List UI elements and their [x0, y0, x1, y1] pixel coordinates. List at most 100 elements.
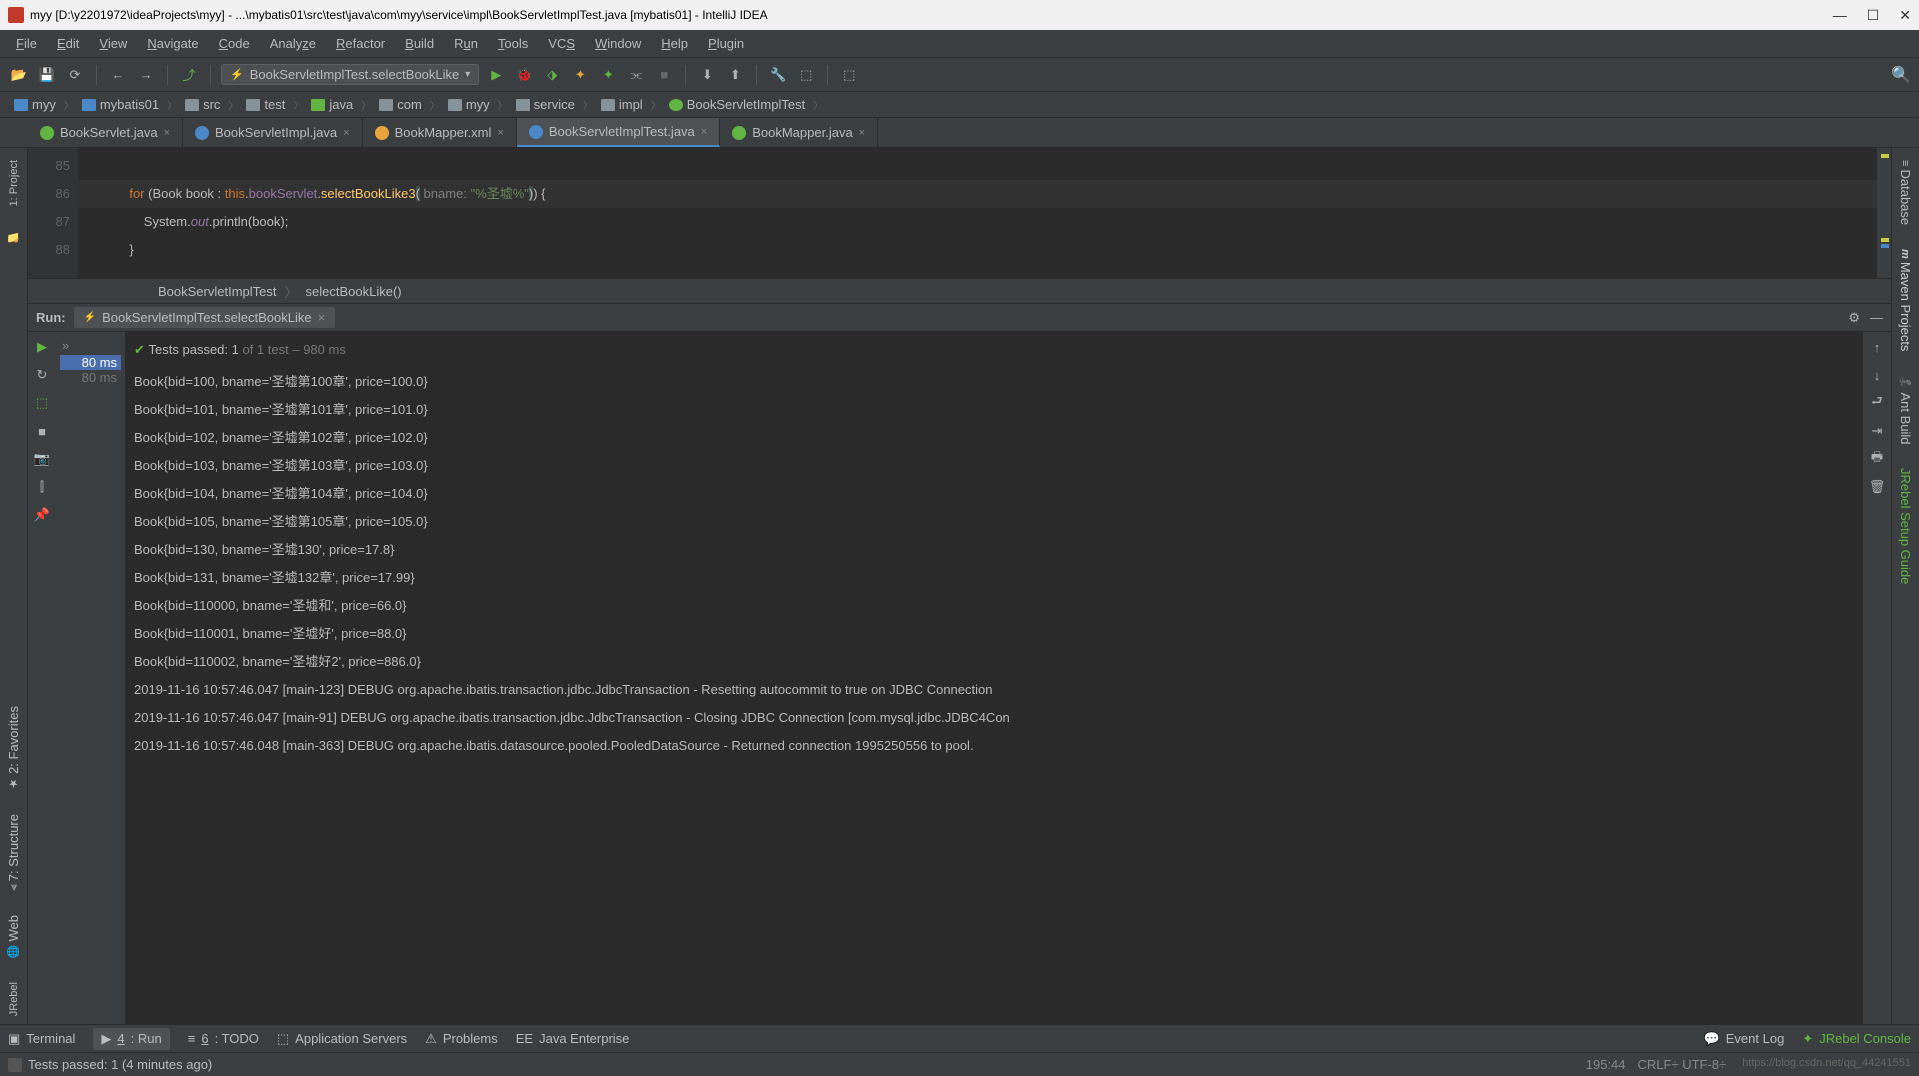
jrebel-icon[interactable]: ⬚	[838, 64, 860, 86]
crumb-java[interactable]: java	[305, 95, 359, 114]
close-icon[interactable]: ×	[164, 127, 170, 139]
crumb-com[interactable]: com	[373, 95, 428, 114]
refresh-icon[interactable]: ⟳	[64, 64, 86, 86]
crumb-impl[interactable]: impl	[595, 95, 649, 114]
jrebel-debug-icon[interactable]: ✦	[597, 64, 619, 86]
menu-help[interactable]: Help	[653, 33, 696, 54]
close-icon[interactable]: ×	[701, 126, 707, 138]
soft-wrap-icon[interactable]: ⮐	[1868, 394, 1886, 412]
menu-navigate[interactable]: Navigate	[139, 33, 206, 54]
stop-icon[interactable]: ■	[33, 422, 51, 440]
tool-appservers[interactable]: ⬚Application Servers	[277, 1031, 407, 1047]
tab-bookmapper-java[interactable]: BookMapper.java×	[720, 118, 878, 147]
project-structure-icon[interactable]: ⬚	[795, 64, 817, 86]
crumb-method[interactable]: selectBookLike()	[306, 284, 402, 299]
tool-todo[interactable]: ≡6: TODO	[188, 1031, 259, 1046]
windows-icon[interactable]	[8, 1058, 22, 1072]
tool-project[interactable]: 1: Project	[4, 152, 24, 214]
tool-run[interactable]: ▶4: Run	[93, 1028, 169, 1050]
menu-build[interactable]: Build	[397, 33, 442, 54]
debug-icon[interactable]: 🐞	[513, 64, 535, 86]
forward-icon[interactable]: →	[135, 64, 157, 86]
search-icon[interactable]: 🔍	[1891, 65, 1911, 85]
build-icon[interactable]: ⤴	[178, 64, 200, 86]
menu-view[interactable]: View	[91, 33, 135, 54]
tab-bookmapper-xml[interactable]: BookMapper.xml×	[363, 118, 517, 147]
tool-jrebelconsole[interactable]: ✦JRebel Console	[1802, 1031, 1911, 1047]
coverage-icon[interactable]: ⬗	[541, 64, 563, 86]
commit-icon[interactable]: ⬆	[724, 64, 746, 86]
menu-run[interactable]: Run	[446, 33, 486, 54]
console-output[interactable]: ✔ Tests passed: 1 of 1 test – 980 ms Boo…	[126, 332, 1863, 1024]
crumb-myy[interactable]: myy	[8, 95, 62, 114]
crumb-myy2[interactable]: myy	[442, 95, 496, 114]
down-icon[interactable]: ↓	[1868, 366, 1886, 384]
layout-icon[interactable]: ⫿	[33, 478, 51, 496]
editor[interactable]: 85 86 87 88 for (Book book : this.bookSe…	[28, 148, 1891, 278]
print-icon[interactable]: 🖶	[1868, 450, 1886, 468]
crumb-src[interactable]: src	[179, 95, 226, 114]
pin-icon[interactable]: 📌	[33, 506, 51, 524]
tool-problems[interactable]: ⚠Problems	[425, 1031, 498, 1047]
tab-bookservletimpl[interactable]: BookServletImpl.java×	[183, 118, 363, 147]
crumb-file[interactable]: BookServletImplTest	[663, 95, 812, 114]
attach-icon[interactable]: ⫘	[625, 64, 647, 86]
test-tree[interactable]: » 80 ms 80 ms	[56, 332, 126, 1024]
tool-jrebel[interactable]: JRebel	[4, 974, 24, 1024]
scroll-end-icon[interactable]: ⇥	[1868, 422, 1886, 440]
open-icon[interactable]: 📂	[8, 64, 30, 86]
run-icon[interactable]: ▶	[485, 64, 507, 86]
menu-tools[interactable]: Tools	[490, 33, 536, 54]
menu-file[interactable]: File	[8, 33, 45, 54]
tool-database[interactable]: ≡ Database	[1894, 152, 1917, 233]
tool-structure[interactable]: ⫷ 7: Structure	[2, 806, 25, 898]
update-vcs-icon[interactable]: ⬇	[696, 64, 718, 86]
tool-eventlog[interactable]: 💬Event Log	[1704, 1031, 1785, 1047]
run-tab[interactable]: ⚡ BookServletImplTest.selectBookLike ×	[74, 307, 336, 328]
profile-icon[interactable]: ✦	[569, 64, 591, 86]
close-icon[interactable]: ×	[343, 127, 349, 139]
stop-icon[interactable]: ■	[653, 64, 675, 86]
encoding-info[interactable]: CRLF÷ UTF-8÷	[1638, 1057, 1727, 1072]
back-icon[interactable]: ←	[107, 64, 129, 86]
menu-window[interactable]: Window	[587, 33, 649, 54]
crumb-mybatis01[interactable]: mybatis01	[76, 95, 165, 114]
tool-web[interactable]: 🌐 Web	[2, 907, 25, 966]
minimize-button[interactable]: —	[1833, 7, 1847, 24]
run-config-select[interactable]: ⚡ BookServletImplTest.selectBookLike ▾	[221, 64, 479, 85]
close-icon[interactable]: ×	[497, 127, 503, 139]
tool-terminal[interactable]: ▣Terminal	[8, 1031, 75, 1047]
menu-code[interactable]: Code	[211, 33, 258, 54]
crumb-class[interactable]: BookServletImplTest	[158, 284, 277, 299]
toggle-auto-icon[interactable]: ⬚	[33, 394, 51, 412]
crumb-test[interactable]: test	[240, 95, 291, 114]
tab-bookservletimpltest[interactable]: BookServletImplTest.java×	[517, 118, 720, 147]
close-icon[interactable]: ×	[859, 127, 865, 139]
tool-jrebel-guide[interactable]: JRebel Setup Guide	[1894, 460, 1917, 592]
tool-folder-icon[interactable]: 📁	[3, 222, 24, 251]
editor-scrollbar[interactable]	[1877, 148, 1891, 278]
close-icon[interactable]: ×	[318, 310, 326, 325]
menu-refactor[interactable]: Refactor	[328, 33, 393, 54]
menu-analyze[interactable]: Analyze	[262, 33, 324, 54]
settings-icon[interactable]: ⚙	[1848, 310, 1860, 326]
up-icon[interactable]: ↑	[1868, 338, 1886, 356]
dump-icon[interactable]: 📷	[33, 450, 51, 468]
rerun-icon[interactable]: ▶	[33, 338, 51, 356]
tool-ant[interactable]: 🐜 Ant Build	[1894, 368, 1917, 453]
crumb-service[interactable]: service	[510, 95, 581, 114]
menu-plugin[interactable]: Plugin	[700, 33, 752, 54]
tab-bookservlet[interactable]: BookServlet.java×	[28, 118, 183, 147]
maximize-button[interactable]: ☐	[1867, 7, 1880, 24]
minimize-icon[interactable]: —	[1870, 310, 1883, 326]
rerun-failed-icon[interactable]: ↻	[33, 366, 51, 384]
settings-icon[interactable]: 🔧	[767, 64, 789, 86]
tool-javaee[interactable]: EEJava Enterprise	[516, 1031, 630, 1046]
close-button[interactable]: ✕	[1899, 7, 1911, 24]
clear-icon[interactable]: 🗑	[1868, 478, 1886, 496]
tool-maven[interactable]: m Maven Projects	[1894, 241, 1917, 359]
tool-favorites[interactable]: ★ 2: Favorites	[2, 698, 25, 798]
menu-edit[interactable]: Edit	[49, 33, 87, 54]
menu-vcs[interactable]: VCS	[540, 33, 583, 54]
caret-position[interactable]: 195:44	[1586, 1057, 1626, 1072]
